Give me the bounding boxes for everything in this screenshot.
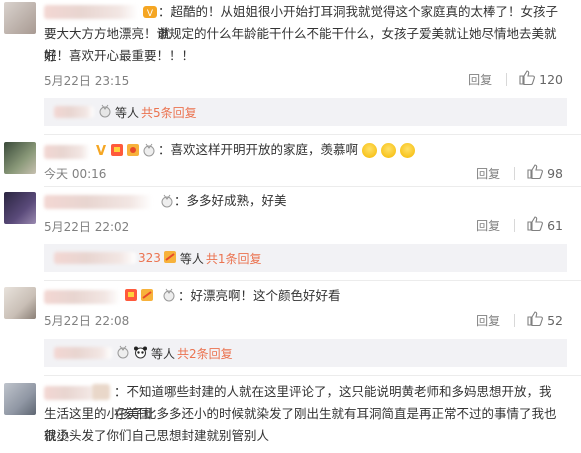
divider: [44, 280, 581, 281]
reply-username-blurred: [54, 106, 94, 118]
badge-blurred: [92, 384, 110, 400]
flag-badge-icon: [110, 143, 124, 160]
laughing-emoji-icon: [399, 143, 415, 158]
avatar[interactable]: [4, 2, 36, 34]
like-count: 120: [539, 71, 563, 87]
view-replies-link[interactable]: 共1条回复: [206, 250, 262, 267]
medal-icon: [142, 143, 156, 160]
comment-actions: 回复 61: [476, 216, 563, 234]
reply-username-suffix: 323: [138, 251, 161, 265]
thumbs-up-icon[interactable]: [527, 216, 544, 234]
divider: [514, 218, 516, 232]
flag-badge-icon: [124, 288, 138, 305]
panda-icon: [133, 345, 148, 362]
flag-badge-icon: [126, 143, 140, 160]
comment-time: 5月22日 22:02: [44, 220, 130, 234]
reply-button[interactable]: 回复: [476, 165, 500, 182]
medal-icon: [116, 345, 130, 362]
replies-who: 等人: [179, 251, 204, 266]
replies-who: 等人: [115, 105, 140, 120]
divider: [44, 134, 581, 135]
avatar[interactable]: [4, 383, 36, 415]
like-count: 61: [547, 217, 563, 233]
replies-summary[interactable]: 等人 共5条回复: [44, 98, 567, 126]
replies-who: 等人: [151, 346, 176, 361]
divider: [44, 375, 581, 376]
comment-text: ：好漂亮啊！这个颜色好好看: [178, 288, 341, 303]
medal-icon: [160, 194, 174, 211]
like-count: 52: [547, 312, 563, 328]
comment-actions: 回复 52: [476, 311, 563, 329]
comment-time: 5月22日 22:08: [44, 314, 130, 328]
username-blurred[interactable]: [44, 5, 138, 19]
medal-icon: [162, 288, 176, 305]
like-count: 98: [547, 165, 563, 181]
svg-text:V: V: [96, 144, 106, 158]
svg-text:V: V: [147, 9, 154, 19]
comment-actions: 回复 120: [468, 70, 563, 88]
comment-text: ：喜欢这样开明开放的家庭，羡慕啊: [158, 139, 415, 161]
divider: [506, 72, 508, 86]
divider: [44, 186, 581, 187]
avatar[interactable]: [4, 192, 36, 224]
comment-text-content: ：喜欢这样开明开放的家庭，羡慕啊: [158, 142, 359, 157]
username-blurred[interactable]: [44, 195, 152, 209]
flag-badge-icon: [140, 288, 154, 305]
comment-text-line3: 就烫头发了你们自己思想封建就别管别人: [44, 428, 270, 443]
avatar[interactable]: [4, 142, 36, 174]
comment-text-line3: 啦！喜欢开心最重要！！！: [44, 48, 195, 63]
laughing-emoji-icon: [362, 143, 377, 158]
vip-badge-icon: V: [94, 142, 108, 161]
reply-button[interactable]: 回复: [476, 312, 500, 329]
medal-icon: [98, 104, 112, 121]
thumbs-up-icon[interactable]: [519, 70, 536, 88]
comment-time: 5月22日 23:15: [44, 74, 130, 88]
reply-button[interactable]: 回复: [468, 71, 492, 88]
view-replies-link[interactable]: 共5条回复: [141, 104, 197, 121]
comment-text: ：多多好成熟，好美: [174, 193, 287, 208]
thumbs-up-icon[interactable]: [527, 311, 544, 329]
laughing-emoji-icon: [380, 143, 396, 158]
replies-summary[interactable]: 等人 共2条回复: [44, 339, 567, 367]
flag-badge-icon: [163, 250, 177, 267]
vip-badge-icon: V: [142, 4, 158, 23]
reply-button[interactable]: 回复: [476, 217, 500, 234]
reply-username-blurred: [54, 252, 136, 264]
avatar[interactable]: [4, 287, 36, 319]
replies-summary[interactable]: 323 等人 共1条回复: [44, 244, 567, 272]
divider: [514, 166, 516, 180]
username-blurred[interactable]: [44, 145, 90, 159]
username-blurred[interactable]: [44, 290, 120, 304]
comment-actions: 回复 98: [476, 164, 563, 182]
thumbs-up-icon[interactable]: [527, 164, 544, 182]
divider: [514, 313, 516, 327]
view-replies-link[interactable]: 共2条回复: [177, 345, 233, 362]
reply-username-blurred: [54, 347, 112, 359]
comment-time: 今天 00:16: [44, 167, 107, 181]
